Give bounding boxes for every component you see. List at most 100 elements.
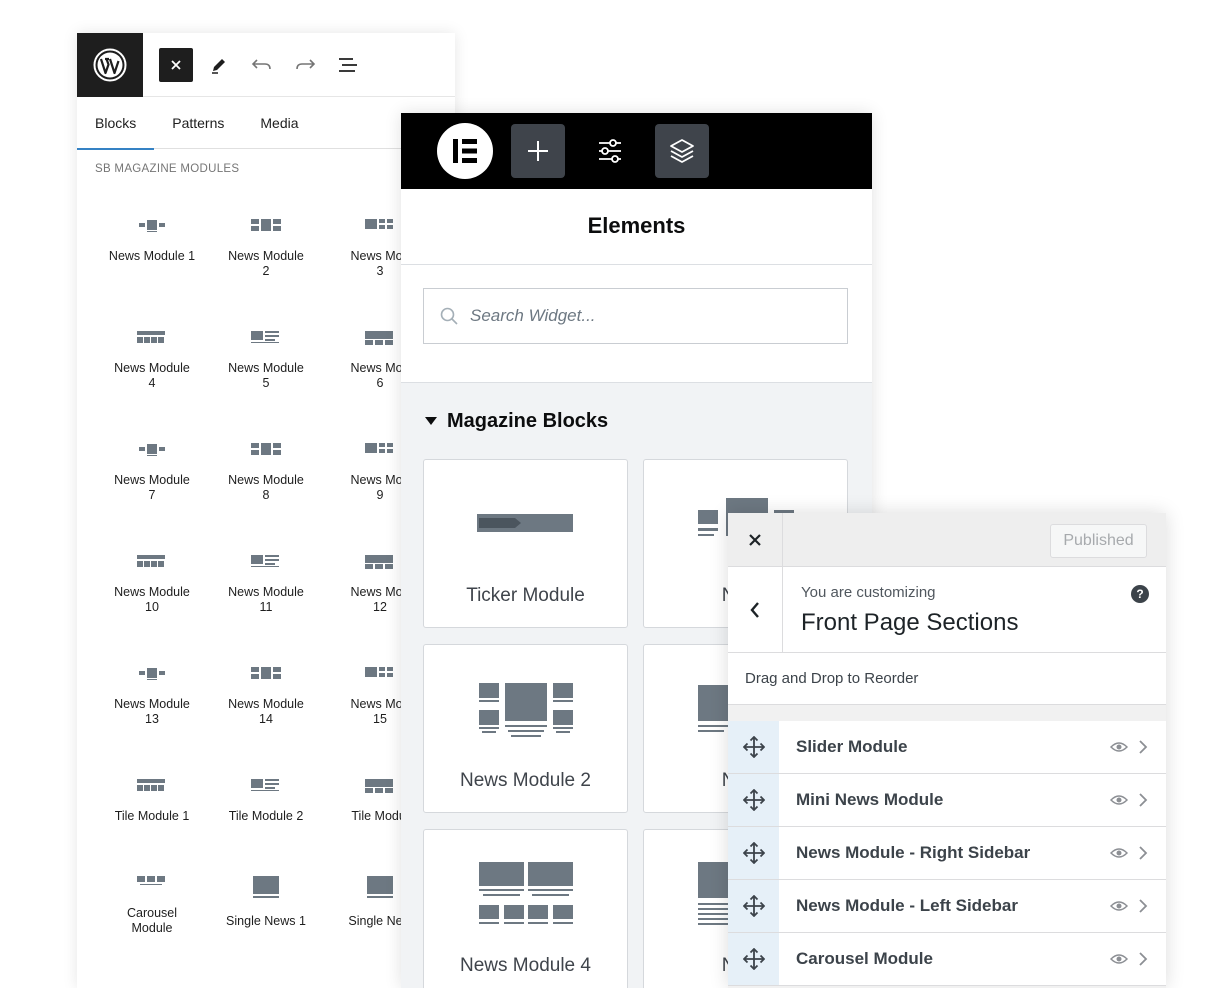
block-item[interactable]: News Module 11 <box>209 553 323 615</box>
block-item[interactable]: News Module 5 <box>209 329 323 391</box>
open-section-button[interactable] <box>1138 845 1148 861</box>
block-item[interactable]: Single News 1 <box>209 874 323 929</box>
move-icon <box>742 948 765 970</box>
move-icon <box>742 736 765 758</box>
drag-handle[interactable] <box>728 933 779 985</box>
carousel-icon <box>137 876 165 885</box>
block-label: News Module 8 <box>228 473 304 502</box>
visibility-toggle[interactable] <box>1110 953 1128 965</box>
sortable-section-row[interactable]: Mini News Module <box>728 774 1166 827</box>
visibility-toggle[interactable] <box>1110 794 1128 806</box>
published-button[interactable]: Published <box>1050 524 1147 558</box>
widget-news-module-2[interactable]: News Module 2 <box>423 644 628 813</box>
block-item[interactable]: News Module 2 <box>209 217 323 279</box>
drag-handle[interactable] <box>728 721 779 773</box>
block-item[interactable]: News Module 1 <box>95 217 209 264</box>
visibility-toggle[interactable] <box>1110 900 1128 912</box>
section-label: News Module - Left Sidebar <box>796 896 1018 915</box>
block-icon <box>137 779 165 791</box>
undo-button[interactable] <box>245 48 279 82</box>
block-label: Single News 1 <box>226 914 306 928</box>
block-icon <box>139 220 165 232</box>
block-label: Tile Module 2 <box>228 809 304 823</box>
document-overview-button[interactable] <box>331 48 365 82</box>
section-info: You are customizing Front Page Sections … <box>728 567 1166 653</box>
chevron-right-icon <box>1139 740 1148 754</box>
section-label: News Module - Right Sidebar <box>796 843 1031 862</box>
open-section-button[interactable] <box>1138 951 1148 967</box>
block-icon <box>251 443 281 455</box>
visibility-toggle[interactable] <box>1110 847 1128 859</box>
tab-patterns[interactable]: Patterns <box>154 97 242 149</box>
search-widget-input[interactable]: Search Widget... <box>423 288 848 344</box>
open-section-button[interactable] <box>1138 792 1148 808</box>
sortable-section-row[interactable]: News Module - Left Sidebar <box>728 880 1166 933</box>
tab-media[interactable]: Media <box>242 97 316 149</box>
section-label: Slider Module <box>796 737 908 756</box>
category-magazine-blocks[interactable]: Magazine Blocks <box>401 383 872 459</box>
plus-icon <box>528 141 548 161</box>
drag-handle[interactable] <box>728 774 779 826</box>
add-element-button[interactable] <box>511 124 565 178</box>
panel-title: Elements <box>401 189 872 265</box>
edit-tool-button[interactable] <box>202 48 236 82</box>
wp-toolbar <box>77 33 455 97</box>
ticker-widget-icon <box>477 514 573 532</box>
sortable-section-row[interactable]: Slider Module <box>728 721 1166 774</box>
close-inserter-button[interactable] <box>159 47 193 82</box>
help-icon[interactable]: ? <box>1131 585 1149 603</box>
section-title: Front Page Sections <box>801 609 1019 636</box>
wordpress-block-inserter: Blocks Patterns Media SB MAGAZINE MODULE… <box>77 33 455 988</box>
block-icon <box>251 667 281 679</box>
tab-blocks[interactable]: Blocks <box>77 97 155 150</box>
block-item[interactable]: News Module 7 <box>95 441 209 503</box>
widget-ticker-module[interactable]: Ticker Module <box>423 459 628 628</box>
sortable-section-row[interactable]: Carousel Module <box>728 933 1166 986</box>
redo-button[interactable] <box>288 48 322 82</box>
block-item[interactable]: Tile Module 1 <box>95 777 209 824</box>
sortable-section-row[interactable]: News Module - Right Sidebar <box>728 827 1166 880</box>
open-section-button[interactable] <box>1138 739 1148 755</box>
eye-icon <box>1110 795 1128 805</box>
block-icon <box>365 667 393 677</box>
back-button[interactable] <box>728 567 783 653</box>
block-item[interactable]: News Module 14 <box>209 665 323 727</box>
section-label: Mini News Module <box>796 790 944 809</box>
inserter-tabs: Blocks Patterns Media <box>77 97 455 150</box>
block-icon <box>139 444 165 456</box>
site-settings-button[interactable] <box>583 124 637 178</box>
block-item[interactable]: News Module 8 <box>209 441 323 503</box>
pencil-icon <box>212 58 225 74</box>
block-item[interactable]: Carousel Module <box>95 874 209 936</box>
wordpress-logo-icon[interactable] <box>77 33 143 97</box>
drag-handle[interactable] <box>728 827 779 879</box>
block-icon <box>365 331 393 345</box>
section-description: Drag and Drop to Reorder <box>728 653 1166 705</box>
sliders-icon <box>599 139 621 163</box>
news-module-2-icon <box>479 683 573 737</box>
drag-handle[interactable] <box>728 880 779 932</box>
widget-news-module-4[interactable]: News Module 4 <box>423 829 628 988</box>
elementor-logo-icon[interactable] <box>437 123 493 179</box>
block-icon <box>365 555 393 569</box>
block-item[interactable]: News Module 10 <box>95 553 209 615</box>
block-item[interactable]: Tile Module 2 <box>209 777 323 824</box>
block-icon <box>365 219 393 229</box>
block-item[interactable]: News Module 13 <box>95 665 209 727</box>
elementor-toolbar <box>401 113 872 189</box>
block-label: News Module 1 <box>108 249 196 263</box>
open-section-button[interactable] <box>1138 898 1148 914</box>
visibility-toggle[interactable] <box>1110 741 1128 753</box>
block-label: News Module 10 <box>114 585 190 614</box>
single-news-icon <box>253 876 279 898</box>
screenshot-stage: Blocks Patterns Media SB MAGAZINE MODULE… <box>0 0 1230 988</box>
block-icon <box>365 443 393 453</box>
structure-button[interactable] <box>655 124 709 178</box>
widget-label: News Module 2 <box>460 770 591 791</box>
block-label: News Module 11 <box>228 585 304 614</box>
close-customizer-button[interactable] <box>728 513 783 567</box>
chevron-left-icon <box>750 602 759 618</box>
close-icon <box>749 534 761 546</box>
block-icon <box>251 331 279 343</box>
block-item[interactable]: News Module 4 <box>95 329 209 391</box>
